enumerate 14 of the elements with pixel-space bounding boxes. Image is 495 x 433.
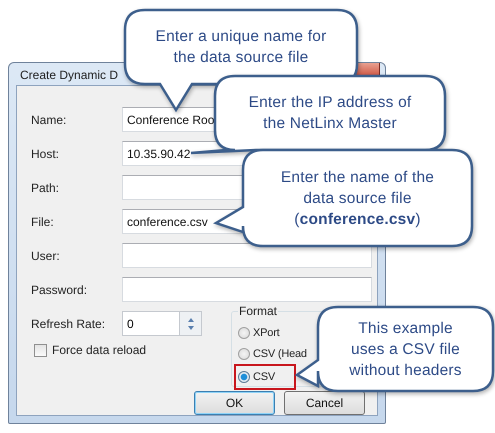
callout-text: Enter a unique name for the data source file [156, 27, 326, 68]
field-label: File: [31, 214, 55, 228]
checkbox-label: Force data reload [52, 343, 146, 357]
group-label: Format [238, 304, 278, 318]
callout-text: Enter the IP address of the NetLinx Master [248, 93, 412, 134]
field-label: Host: [31, 146, 60, 160]
callout-text: Enter the name of the data source file (conference.csv) [280, 168, 434, 230]
callout-text: This example uses a CSV file without headers [349, 318, 462, 380]
field-label: Refresh Rate: [31, 316, 106, 330]
window-title: Create Dynamic D [19, 67, 118, 82]
field-label: User: [31, 248, 61, 262]
field-label: Password: [31, 282, 88, 296]
field-label: Path: [31, 180, 60, 194]
field-label: Name: [31, 112, 68, 126]
